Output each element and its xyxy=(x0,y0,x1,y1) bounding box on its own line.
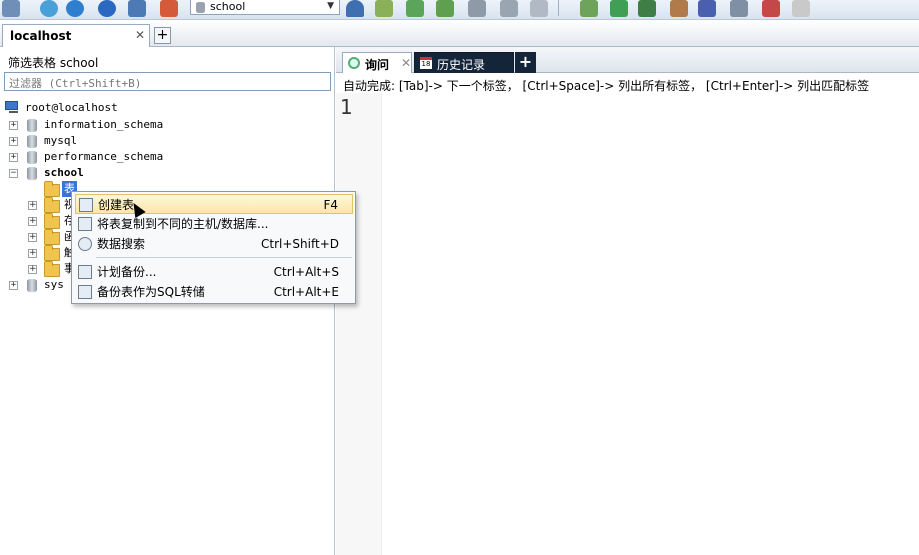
menu-item-schedule-backup[interactable]: 计划备份... Ctrl+Alt+S xyxy=(75,262,353,282)
folder-icon xyxy=(44,245,60,261)
sql-dump-icon xyxy=(78,285,92,299)
filter-input[interactable]: 过滤器 (Ctrl+Shift+B) xyxy=(4,72,331,91)
expand-icon[interactable]: + xyxy=(28,217,37,226)
user-icon[interactable] xyxy=(580,0,598,17)
expand-icon[interactable]: + xyxy=(9,137,18,146)
expand-icon[interactable]: + xyxy=(9,121,18,130)
expand-icon[interactable]: + xyxy=(9,153,18,162)
tab-history[interactable]: 18 历史记录 xyxy=(414,52,514,73)
schema-icon[interactable] xyxy=(468,0,486,17)
compare-icon[interactable] xyxy=(762,0,780,17)
copy-table-icon xyxy=(78,217,92,231)
add-query-tab-button[interactable]: + xyxy=(515,52,536,73)
search-icon xyxy=(78,237,92,251)
database-icon xyxy=(196,1,205,13)
database-icon xyxy=(27,151,37,164)
query-panel: 询问 ✕ 18 历史记录 + 自动完成: [Tab]-> 下一个标签， [Ctr… xyxy=(336,47,919,555)
menu-item-data-search[interactable]: 数据搜索 Ctrl+Shift+D xyxy=(75,234,353,254)
menu-separator xyxy=(96,257,352,258)
folder-icon xyxy=(44,197,60,213)
filter-label: 筛选表格 school xyxy=(8,56,99,70)
monitor-icon[interactable] xyxy=(698,0,716,17)
collapse-icon[interactable]: − xyxy=(9,169,18,178)
autocomplete-hint: 自动完成: [Tab]-> 下一个标签， [Ctrl+Space]-> 列出所有… xyxy=(343,79,870,93)
close-icon[interactable]: ✕ xyxy=(401,56,411,70)
toolbar-separator xyxy=(558,0,559,16)
tab-query[interactable]: 询问 ✕ xyxy=(342,52,412,73)
database-icon xyxy=(27,279,37,292)
new-connection-icon[interactable] xyxy=(40,0,58,17)
calendar-icon: 18 xyxy=(420,57,432,69)
query-builder-icon[interactable] xyxy=(792,0,810,17)
main-toolbar: school ▼ xyxy=(0,0,919,20)
folder-icon xyxy=(44,229,60,245)
query-tab-icon xyxy=(348,57,360,69)
tab-label: localhost xyxy=(10,29,72,43)
folder-icon xyxy=(44,181,60,197)
tab-localhost[interactable]: localhost ✕ xyxy=(2,24,150,47)
table-data-icon[interactable] xyxy=(500,0,518,17)
database-icon xyxy=(27,167,37,180)
add-connection-tab-button[interactable]: + xyxy=(154,27,171,44)
menu-item-copy-table[interactable]: 将表复制到不同的主机/数据库... xyxy=(75,214,353,234)
database-selector[interactable]: school ▼ xyxy=(190,0,340,15)
sql-editor[interactable] xyxy=(383,93,919,555)
close-icon[interactable]: ✕ xyxy=(135,28,145,42)
export-icon[interactable] xyxy=(406,0,424,17)
folder-icon xyxy=(44,261,60,277)
line-number-gutter: 1 xyxy=(336,93,382,555)
dropdown-db-icon[interactable] xyxy=(346,0,364,17)
query-icon[interactable] xyxy=(66,0,84,17)
menu-item-sql-dump[interactable]: 备份表作为SQL转储 Ctrl+Alt+E xyxy=(75,282,353,302)
refresh-icon[interactable] xyxy=(160,0,178,17)
schedule-backup-icon xyxy=(78,265,92,279)
expand-icon[interactable]: + xyxy=(28,233,37,242)
report-icon[interactable] xyxy=(530,0,548,17)
database-icon xyxy=(27,135,37,148)
chevron-down-icon: ▼ xyxy=(327,1,334,11)
query-tab-bar: 询问 ✕ 18 历史记录 + xyxy=(336,47,919,73)
stop-icon[interactable] xyxy=(128,0,146,17)
line-number: 1 xyxy=(340,95,353,119)
sync-icon[interactable] xyxy=(436,0,454,17)
scheduler-icon[interactable] xyxy=(638,0,656,17)
menu-item-create-table[interactable]: 创建表 F4 xyxy=(75,194,353,214)
expand-icon[interactable]: + xyxy=(28,201,37,210)
designer-icon[interactable] xyxy=(610,0,628,17)
execute-icon[interactable] xyxy=(98,0,116,17)
backup-icon[interactable] xyxy=(2,0,20,17)
server-icon xyxy=(5,101,21,114)
create-table-icon xyxy=(79,198,93,212)
expand-icon[interactable]: + xyxy=(9,281,18,290)
context-menu: 创建表 F4 将表复制到不同的主机/数据库... 数据搜索 Ctrl+Shift… xyxy=(71,191,356,304)
email-icon[interactable] xyxy=(670,0,688,17)
folder-icon xyxy=(44,213,60,229)
expand-icon[interactable]: + xyxy=(28,249,37,258)
import-icon[interactable] xyxy=(375,0,393,17)
expand-icon[interactable]: + xyxy=(28,265,37,274)
tools-icon[interactable] xyxy=(730,0,748,17)
connection-tab-bar: localhost ✕ + xyxy=(0,20,919,47)
database-icon xyxy=(27,119,37,132)
